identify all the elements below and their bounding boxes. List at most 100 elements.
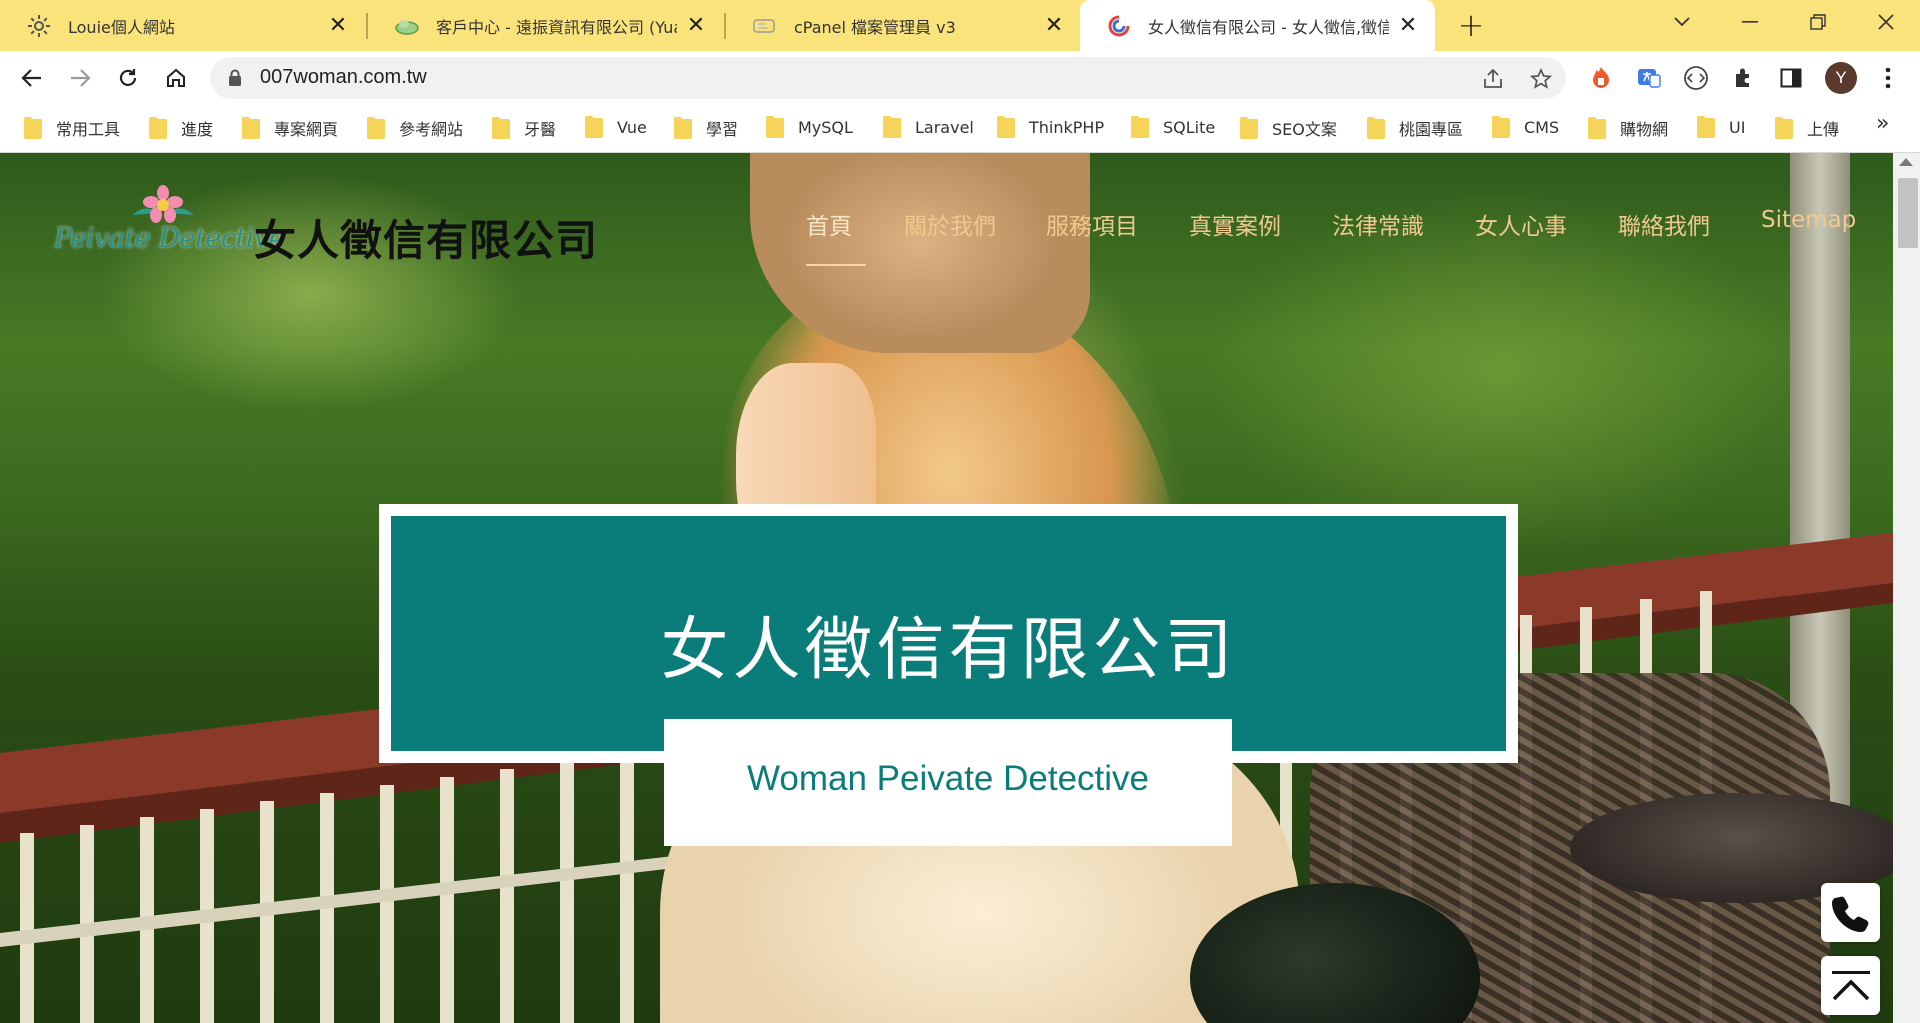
tab-customer-center[interactable]: 客戶中心 - 遠振資訊有限公司 (Yuan ✕ [368, 0, 723, 51]
nav-woman-stories[interactable]: 女人心事 [1475, 207, 1567, 241]
bookmark-folder[interactable]: 桃園專區 [1367, 116, 1463, 140]
bookmark-label: ThinkPHP [1029, 117, 1105, 137]
bookmark-label: 學習 [706, 120, 739, 139]
folder-icon [997, 116, 1015, 138]
gear-icon [26, 13, 52, 39]
address-bar[interactable]: 007woman.com.tw [210, 57, 1566, 99]
bookmark-folder[interactable]: ThinkPHP [997, 116, 1104, 138]
nav-active-underline [806, 264, 866, 266]
bookmark-label: 上傳 [1807, 120, 1840, 139]
cloud-icon [394, 13, 420, 39]
bookmark-folder[interactable]: 學習 [674, 116, 738, 140]
folder-icon [1775, 117, 1793, 139]
nav-cases[interactable]: 真實案例 [1189, 207, 1281, 241]
bookmark-label: 購物網 [1620, 120, 1669, 139]
logo-tagline: Peivate Detective [54, 223, 285, 254]
bookmark-label: Laravel [915, 117, 974, 137]
bookmark-label: SEO文案 [1272, 120, 1337, 139]
side-panel-icon[interactable] [1775, 63, 1807, 93]
close-window-button[interactable] [1858, 0, 1914, 44]
folder-icon [766, 116, 784, 138]
url-text[interactable]: 007woman.com.tw [260, 66, 427, 89]
extensions-puzzle-icon[interactable] [1728, 63, 1760, 93]
bookmark-folder[interactable]: 常用工具 [24, 116, 120, 140]
tab-title: 女人徵信有限公司 - 女人徵信,徵信, [1148, 17, 1389, 37]
lock-icon[interactable] [228, 69, 242, 91]
toolbar: 007woman.com.tw [0, 51, 1920, 105]
page-scrollbar[interactable] [1893, 153, 1920, 1023]
page-viewport: Peivate Detective 女人徵信有限公司 首頁 關於我們 服務項目 … [0, 153, 1893, 1023]
nav-about[interactable]: 關於我們 [904, 207, 996, 241]
bookmark-folder[interactable]: 牙醫 [492, 116, 556, 140]
profile-avatar[interactable]: Y [1825, 62, 1857, 94]
forward-button[interactable] [62, 60, 98, 96]
bookmark-folder[interactable]: 進度 [149, 116, 213, 140]
bookmark-label: 進度 [181, 120, 214, 139]
folder-icon [1492, 116, 1510, 138]
back-to-top-icon [1831, 970, 1870, 1000]
bookmark-label: CMS [1524, 117, 1560, 137]
bookmark-star-icon[interactable] [1528, 66, 1554, 92]
reload-button[interactable] [110, 60, 146, 96]
bookmarks-bar: 常用工具 進度 專案網頁 參考網站 牙醫 Vue 學習 MySQL Larave… [0, 105, 1920, 153]
menu-kebab-icon[interactable] [1872, 63, 1904, 93]
tab-woman-detective[interactable]: 女人徵信有限公司 - 女人徵信,徵信, ✕ [1080, 0, 1435, 51]
bookmark-folder[interactable]: UI [1697, 116, 1745, 138]
close-icon[interactable]: ✕ [1043, 13, 1065, 38]
folder-icon [1131, 116, 1149, 138]
folder-icon [242, 117, 260, 139]
tab-louie[interactable]: Louie個人網站 ✕ [0, 0, 365, 51]
bookmark-folder[interactable]: 購物網 [1588, 116, 1668, 140]
extension-code-icon[interactable] [1680, 63, 1712, 93]
bookmark-folder[interactable]: Laravel [883, 116, 974, 138]
hero-subtitle: Woman Peivate Detective [746, 759, 1150, 798]
phone-icon [1831, 896, 1868, 932]
tab-cpanel[interactable]: cPanel 檔案管理員 v3 ✕ [726, 0, 1081, 51]
restore-button[interactable] [1790, 0, 1846, 44]
tab-search-button[interactable] [1654, 0, 1710, 44]
bookmark-folder[interactable]: CMS [1492, 116, 1559, 138]
bookmark-folder[interactable]: 上傳 [1775, 116, 1839, 140]
bookmark-folder[interactable]: 參考網站 [367, 116, 463, 140]
bookmark-label: 牙醫 [524, 120, 557, 139]
close-icon[interactable]: ✕ [1397, 13, 1419, 38]
share-icon[interactable] [1480, 66, 1506, 92]
bookmark-folder[interactable]: SQLite [1131, 116, 1215, 138]
nav-sitemap[interactable]: Sitemap [1761, 207, 1856, 233]
folder-icon [674, 117, 692, 139]
bookmark-label: UI [1729, 117, 1746, 137]
new-tab-button[interactable]: + [1454, 6, 1488, 44]
home-button[interactable] [158, 60, 194, 96]
call-button[interactable] [1821, 883, 1880, 942]
bookmark-folder[interactable]: 專案網頁 [242, 116, 338, 140]
back-button[interactable] [14, 60, 50, 96]
nav-home[interactable]: 首頁 [806, 207, 852, 241]
bookmark-label: 常用工具 [56, 120, 121, 139]
extension-fire-icon[interactable] [1585, 63, 1617, 93]
bookmark-folder[interactable]: SEO文案 [1240, 116, 1337, 140]
scrollbar-thumb[interactable] [1898, 178, 1918, 248]
hero-banner-panel: 女人徵信有限公司 [391, 516, 1506, 751]
close-icon[interactable]: ✕ [327, 13, 349, 38]
folder-icon [367, 117, 385, 139]
nav-law[interactable]: 法律常識 [1332, 207, 1424, 241]
site-logo[interactable]: Peivate Detective 女人徵信有限公司 [50, 185, 610, 275]
bookmark-label: SQLite [1163, 117, 1216, 137]
back-to-top-button[interactable] [1821, 956, 1880, 1015]
bookmarks-overflow-icon[interactable]: » [1876, 111, 1889, 136]
folder-icon [883, 116, 901, 138]
bookmark-folder[interactable]: MySQL [766, 116, 853, 138]
tab-title: Louie個人網站 [68, 17, 175, 37]
extension-translate-icon[interactable] [1633, 63, 1665, 93]
folder-icon [492, 117, 510, 139]
hero-title: 女人徵信有限公司 [660, 611, 1237, 690]
tab-title: cPanel 檔案管理員 v3 [794, 17, 956, 37]
close-icon[interactable]: ✕ [685, 13, 707, 38]
scroll-up-arrow-icon[interactable] [1899, 158, 1913, 166]
bookmark-folder[interactable]: Vue [585, 116, 647, 138]
nav-services[interactable]: 服務項目 [1046, 207, 1138, 241]
folder-icon [1697, 116, 1715, 138]
folder-icon [585, 116, 603, 138]
minimize-button[interactable] [1722, 0, 1778, 44]
nav-contact[interactable]: 聯絡我們 [1618, 207, 1710, 241]
